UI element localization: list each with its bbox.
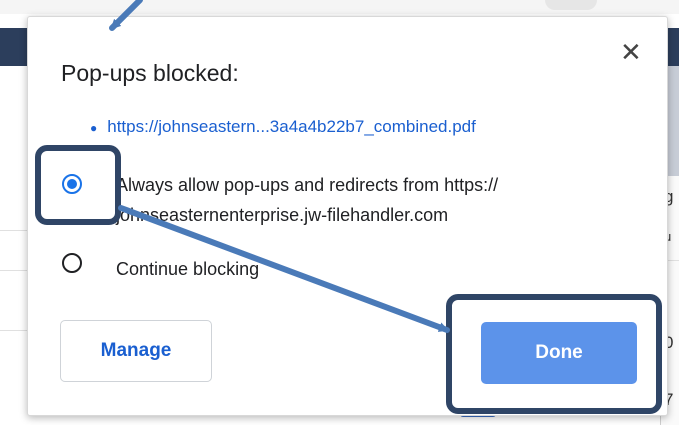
arrow-pointing-to-done [118,205,450,333]
annotation-arrows [109,0,450,333]
arrow-pointing-to-dialog [109,0,143,31]
